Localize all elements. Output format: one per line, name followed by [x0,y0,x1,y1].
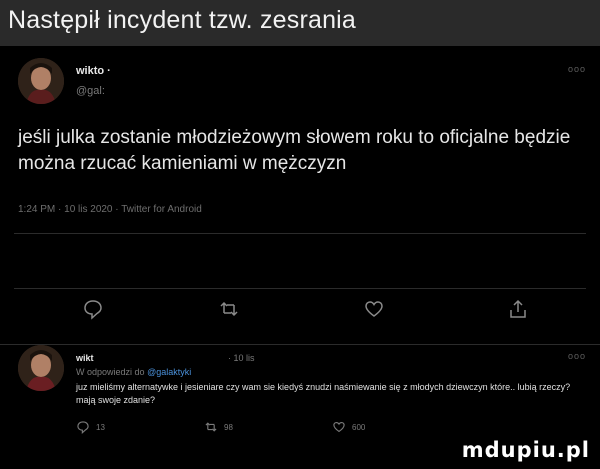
caption-bar: Następił incydent tzw. zesrania [0,0,600,46]
avatar[interactable] [18,58,64,104]
display-name[interactable]: wikt [76,353,94,363]
tweet-actions: 13 98 600 [76,420,596,436]
tweet-time[interactable]: · 10 lis [228,353,255,363]
like-count: 600 [352,422,366,432]
caption-title: Następił incydent tzw. zesrania [8,6,357,34]
retweet-action[interactable]: 98 [204,420,233,434]
watermark: mdupiu.pl [461,438,590,462]
display-name[interactable]: wikto · [76,65,111,77]
avatar[interactable] [18,345,64,391]
main-tweet[interactable]: wikto · @gal: ooo jeśli julka zostanie m… [0,58,600,328]
like-action[interactable]: 600 [332,420,365,434]
divider [14,288,586,289]
tweet-text: juz mieliśmy alternatywke i jesieniare c… [76,382,571,405]
share-icon[interactable] [507,298,529,320]
more-options-icon[interactable]: ooo [568,64,586,74]
retweet-icon[interactable] [218,298,240,320]
reply-prefix: W odpowiedzi do [76,367,145,377]
avatar-image [18,58,64,104]
tweet-text: jeśli julka zostanie młodzieżowym słowem… [18,127,571,174]
comment-count: 13 [96,422,105,432]
mention-link[interactable]: @galaktyki [147,367,191,377]
divider [14,233,586,234]
more-options-icon[interactable]: ooo [568,351,586,361]
retweet-icon[interactable] [204,420,218,434]
reply-context: W odpowiedzi do @galaktyki [76,367,191,377]
comment-action[interactable]: 13 [76,420,105,434]
tweet-metadata: 1:24 PM · 10 lis 2020 · Twitter for Andr… [18,204,202,215]
retweet-count: 98 [224,422,233,432]
user-handle[interactable]: @gal: [76,85,105,97]
comment-icon[interactable] [82,298,104,320]
tweet-actions [0,298,600,322]
like-icon[interactable] [332,420,346,434]
avatar-image [18,345,64,391]
like-icon[interactable] [363,298,385,320]
comment-icon[interactable] [76,420,90,434]
